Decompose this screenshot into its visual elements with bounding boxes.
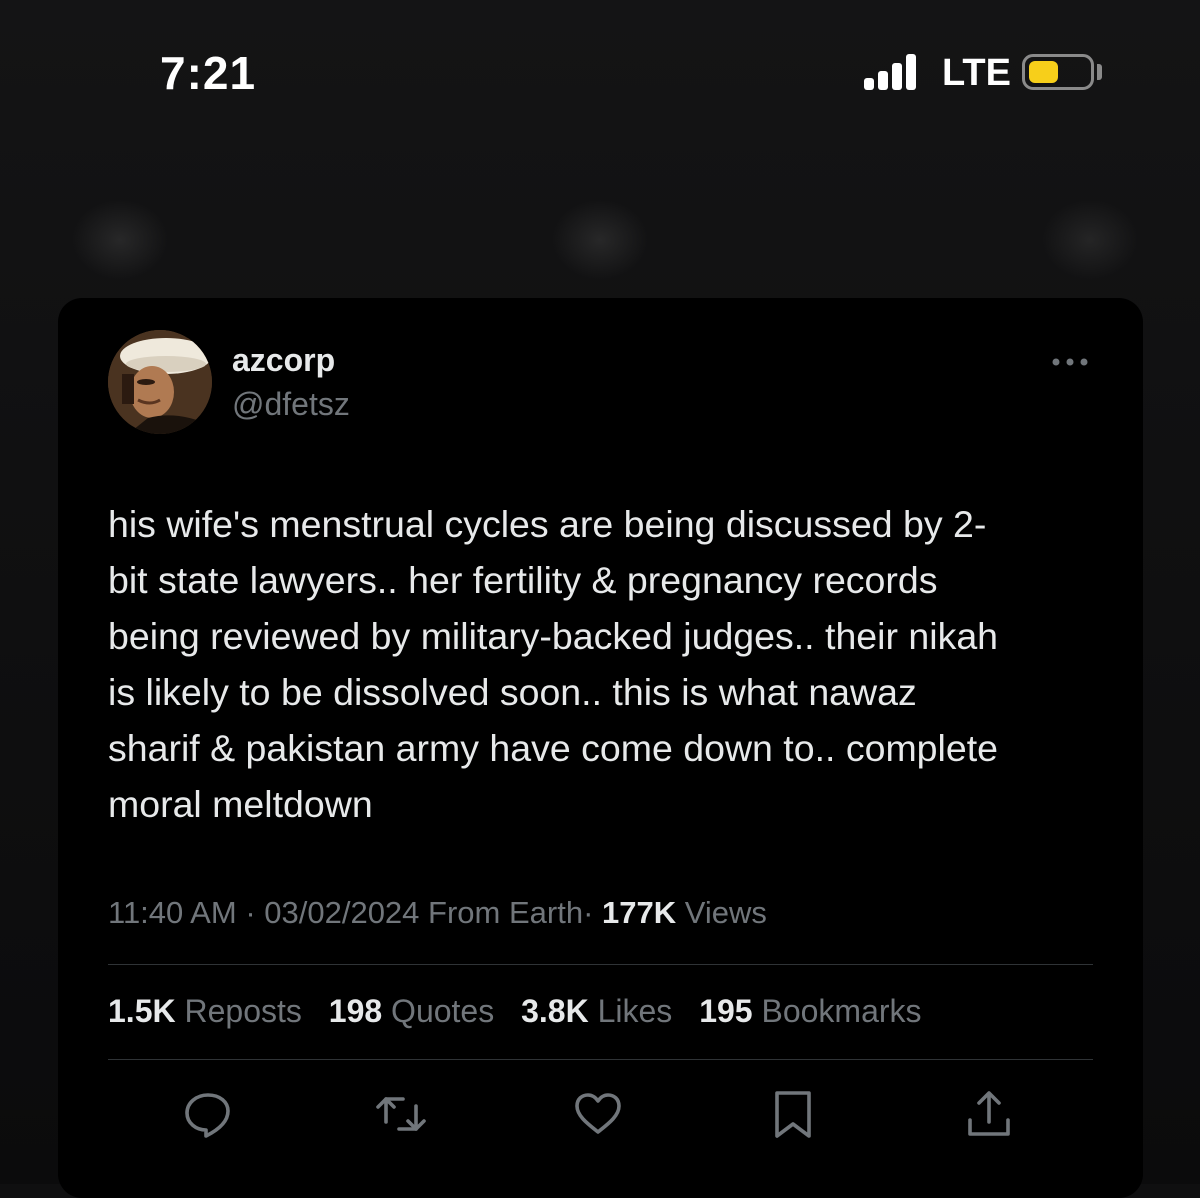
display-name[interactable]: azcorp — [232, 342, 335, 379]
tweet-time: 11:40 AM — [108, 895, 237, 930]
signal-icon — [864, 52, 928, 90]
views-count: 177K — [602, 895, 677, 930]
bookmark-icon[interactable] — [765, 1086, 821, 1142]
likes-label: Likes — [597, 993, 673, 1029]
share-icon[interactable] — [961, 1086, 1017, 1142]
avatar[interactable] — [108, 330, 212, 434]
retweet-icon[interactable] — [373, 1086, 429, 1142]
battery-tip — [1097, 64, 1102, 80]
quotes-count: 198 — [328, 993, 383, 1029]
quotes-label: Quotes — [391, 993, 495, 1029]
network-label: LTE — [942, 52, 1011, 94]
likes-count: 3.8K — [521, 993, 589, 1029]
divider — [108, 1059, 1093, 1060]
action-bar — [0, 1086, 1200, 1146]
reposts-stat[interactable]: 1.5K Reposts — [108, 993, 302, 1029]
reply-icon[interactable] — [180, 1086, 236, 1142]
likes-stat[interactable]: 3.8K Likes — [521, 993, 672, 1029]
reposts-count: 1.5K — [108, 993, 176, 1029]
meta-separator: · — [583, 895, 594, 930]
tweet-date: 03/02/2024 — [264, 895, 420, 930]
user-handle[interactable]: @dfetsz — [232, 386, 350, 423]
bookmarks-label: Bookmarks — [761, 993, 922, 1029]
meta-separator: · — [245, 895, 256, 930]
views-label: Views — [684, 895, 767, 930]
more-options-icon[interactable] — [1048, 352, 1092, 372]
tweet-meta: 11:40 AM · 03/02/2024 From Earth· 177K V… — [108, 895, 767, 931]
bookmarks-count: 195 — [699, 993, 753, 1029]
avatar-image — [108, 330, 212, 434]
battery-icon — [1022, 54, 1094, 90]
like-icon[interactable] — [570, 1086, 626, 1142]
divider — [108, 964, 1093, 965]
bookmarks-stat[interactable]: 195 Bookmarks — [699, 993, 921, 1029]
engagement-stats: 1.5K Reposts 198 Quotes 3.8K Likes 195 B… — [108, 993, 940, 1030]
tweet-text: his wife's menstrual cycles are being di… — [108, 503, 999, 825]
battery-level — [1029, 61, 1058, 83]
quotes-stat[interactable]: 198 Quotes — [329, 993, 494, 1029]
status-bar: 7:21 LTE — [0, 0, 1200, 140]
tweet-source: From Earth — [428, 895, 584, 930]
status-time: 7:21 — [160, 47, 257, 99]
reposts-label: Reposts — [184, 993, 302, 1029]
